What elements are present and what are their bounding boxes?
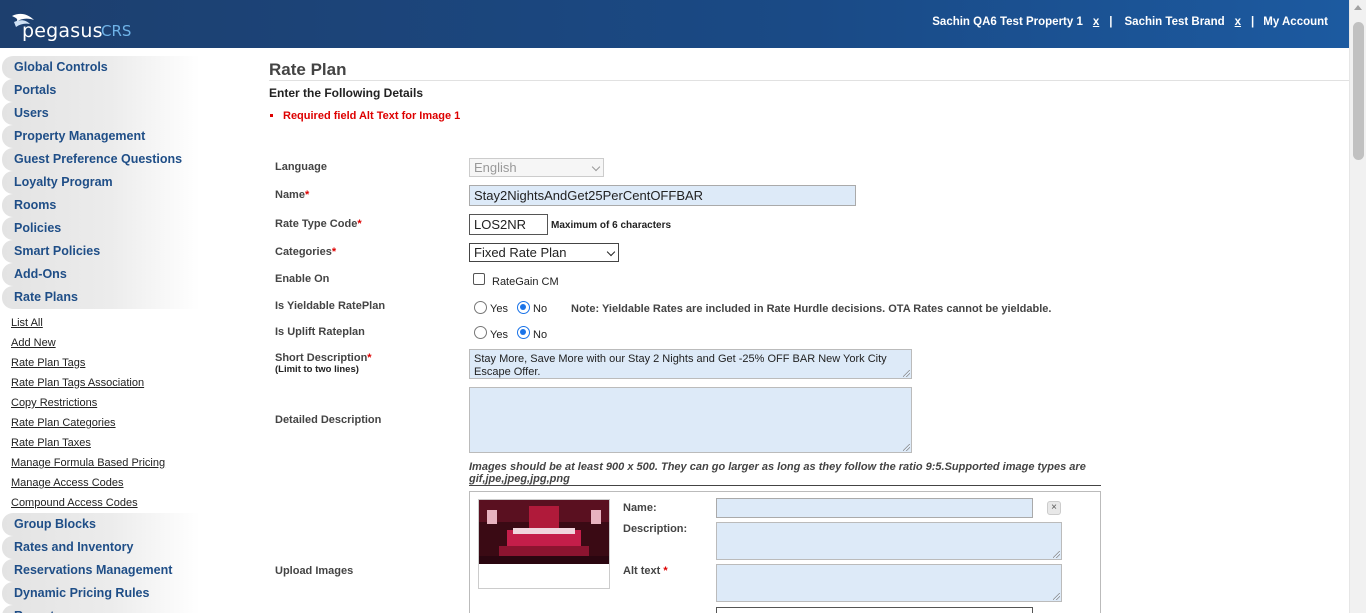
title-divider: [269, 80, 1349, 81]
image-alt-label: Alt text *: [623, 565, 668, 577]
pegasus-logo[interactable]: pegasus CRS: [10, 10, 150, 42]
resize-grip-icon[interactable]: [903, 444, 910, 451]
uplift-yes-label: Yes: [490, 329, 508, 341]
resize-grip-icon[interactable]: [903, 370, 910, 377]
sidebar-nav: Global Controls Portals Users Property M…: [0, 56, 200, 613]
sidebar-item-rooms[interactable]: Rooms: [2, 194, 200, 217]
vertical-scrollbar[interactable]: [1349, 0, 1366, 613]
hotel-room-photo: [479, 500, 609, 564]
uplift-no-radio[interactable]: [517, 326, 530, 339]
resize-grip-icon[interactable]: [1053, 551, 1060, 558]
images-divider: [469, 485, 1101, 486]
sidebar-subitem-add-new[interactable]: Add New: [0, 333, 200, 353]
image-name-input[interactable]: [716, 498, 1033, 518]
sidebar-item-add-ons[interactable]: Add-Ons: [2, 263, 200, 286]
image-name-label: Name:: [623, 502, 657, 514]
sidebar-item-reservations-management[interactable]: Reservations Management: [2, 559, 200, 582]
clear-brand-link[interactable]: x: [1235, 16, 1241, 28]
sidebar-subitem-copy-restrictions[interactable]: Copy Restrictions: [0, 393, 200, 413]
sidebar-subitem-rate-plan-tags[interactable]: Rate Plan Tags: [0, 353, 200, 373]
sidebar-subitem-formula-based-pricing[interactable]: Manage Formula Based Pricing: [0, 453, 200, 473]
separator: |: [1109, 16, 1113, 28]
yieldable-note: Note: Yieldable Rates are included in Ra…: [571, 303, 1052, 315]
categories-select[interactable]: Fixed Rate Plan: [469, 243, 619, 262]
yieldable-yes-radio[interactable]: [474, 301, 487, 314]
page-subtitle: Enter the Following Details: [269, 86, 424, 100]
image-description-label: Description:: [623, 523, 688, 535]
page-title: Rate Plan: [269, 60, 347, 79]
remove-image-button[interactable]: ×: [1047, 501, 1061, 515]
sidebar-item-property-management[interactable]: Property Management: [2, 125, 200, 148]
sidebar-item-reports[interactable]: Reports: [2, 605, 200, 613]
current-brand: Sachin Test Brand: [1124, 16, 1225, 28]
sidebar-item-dynamic-pricing-rules[interactable]: Dynamic Pricing Rules: [2, 582, 200, 605]
rategain-cm-checkbox[interactable]: [473, 273, 485, 285]
sidebar-subitem-list-all[interactable]: List All: [0, 313, 200, 333]
yieldable-yes-label: Yes: [490, 303, 508, 315]
name-label: Name*: [275, 189, 310, 201]
name-input[interactable]: Stay2NightsAndGet25PerCentOFFBAR: [469, 185, 856, 206]
image-description-textarea[interactable]: [716, 522, 1062, 560]
sidebar-subitem-rate-plan-categories[interactable]: Rate Plan Categories: [0, 413, 200, 433]
short-description-label: Short Description*: [275, 352, 372, 364]
sidebar-subitem-rate-plan-tags-association[interactable]: Rate Plan Tags Association: [0, 373, 200, 393]
categories-label: Categories*: [275, 246, 337, 258]
uplift-yes-radio[interactable]: [474, 326, 487, 339]
uplift-label: Is Uplift Rateplan: [275, 326, 365, 338]
sidebar-item-rate-plans[interactable]: Rate Plans: [2, 286, 200, 309]
image-alt-textarea[interactable]: [716, 564, 1062, 602]
image-sort-input[interactable]: [716, 607, 1033, 613]
scroll-up-arrow-icon[interactable]: [1354, 5, 1362, 10]
error-message: Required field Alt Text for Image 1: [269, 110, 460, 122]
sidebar-item-guest-preference-questions[interactable]: Guest Preference Questions: [2, 148, 200, 171]
top-header: pegasus CRS Sachin QA6 Test Property 1 x…: [0, 0, 1349, 48]
language-label: Language: [275, 161, 327, 173]
bullet: [270, 113, 273, 117]
sidebar-item-portals[interactable]: Portals: [2, 79, 200, 102]
header-account-bar: Sachin QA6 Test Property 1 x | Sachin Te…: [932, 16, 1328, 28]
rate-type-code-hint: Maximum of 6 characters: [551, 220, 672, 231]
short-description-value: Stay More, Save More with our Stay 2 Nig…: [474, 353, 887, 378]
sidebar-item-smart-policies[interactable]: Smart Policies: [2, 240, 200, 263]
categories-value: Fixed Rate Plan: [474, 245, 567, 260]
current-property: Sachin QA6 Test Property 1: [932, 16, 1083, 28]
sidebar-subitem-compound-access-codes[interactable]: Compound Access Codes: [0, 493, 200, 513]
scrollbar-thumb[interactable]: [1353, 22, 1364, 160]
language-select: English: [469, 158, 604, 177]
logo-text: pegasus: [22, 20, 103, 42]
detailed-description-textarea[interactable]: [469, 387, 912, 453]
uplift-no-label: No: [533, 329, 548, 341]
sidebar-item-users[interactable]: Users: [2, 102, 200, 125]
logo-suffix: CRS: [101, 22, 132, 40]
sidebar-item-global-controls[interactable]: Global Controls: [2, 56, 200, 79]
clear-property-link[interactable]: x: [1093, 16, 1099, 28]
rategain-cm-label: RateGain CM: [492, 276, 559, 288]
rate-type-code-label: Rate Type Code*: [275, 218, 362, 230]
separator: |: [1251, 16, 1255, 28]
rate-type-code-input[interactable]: LOS2NR: [469, 214, 548, 235]
detailed-description-label: Detailed Description: [275, 414, 382, 426]
enable-on-label: Enable On: [275, 273, 330, 285]
short-description-textarea[interactable]: Stay More, Save More with our Stay 2 Nig…: [469, 349, 912, 379]
yieldable-no-radio[interactable]: [517, 301, 530, 314]
chevron-down-icon: [591, 162, 601, 172]
sidebar-item-policies[interactable]: Policies: [2, 217, 200, 240]
sidebar-item-rates-and-inventory[interactable]: Rates and Inventory: [2, 536, 200, 559]
image-requirements-note: Images should be at least 900 x 500. The…: [469, 461, 1086, 485]
sidebar-item-group-blocks[interactable]: Group Blocks: [2, 513, 200, 536]
main-content: Rate Plan Enter the Following Details Re…: [269, 60, 1349, 122]
my-account-link[interactable]: My Account: [1263, 16, 1328, 28]
sidebar-subitem-manage-access-codes[interactable]: Manage Access Codes: [0, 473, 200, 493]
resize-grip-icon[interactable]: [1053, 593, 1060, 600]
sidebar-item-loyalty-program[interactable]: Loyalty Program: [2, 171, 200, 194]
error-text: Required field Alt Text for Image 1: [283, 110, 461, 122]
chevron-down-icon: [606, 247, 616, 257]
image-thumbnail[interactable]: [478, 499, 610, 589]
language-value: English: [474, 160, 517, 175]
yieldable-label: Is Yieldable RatePlan: [275, 300, 386, 312]
yieldable-no-label: No: [533, 303, 548, 315]
sidebar-subitem-rate-plan-taxes[interactable]: Rate Plan Taxes: [0, 433, 200, 453]
short-description-hint: (Limit to two lines): [275, 364, 359, 375]
upload-images-label: Upload Images: [275, 565, 354, 577]
